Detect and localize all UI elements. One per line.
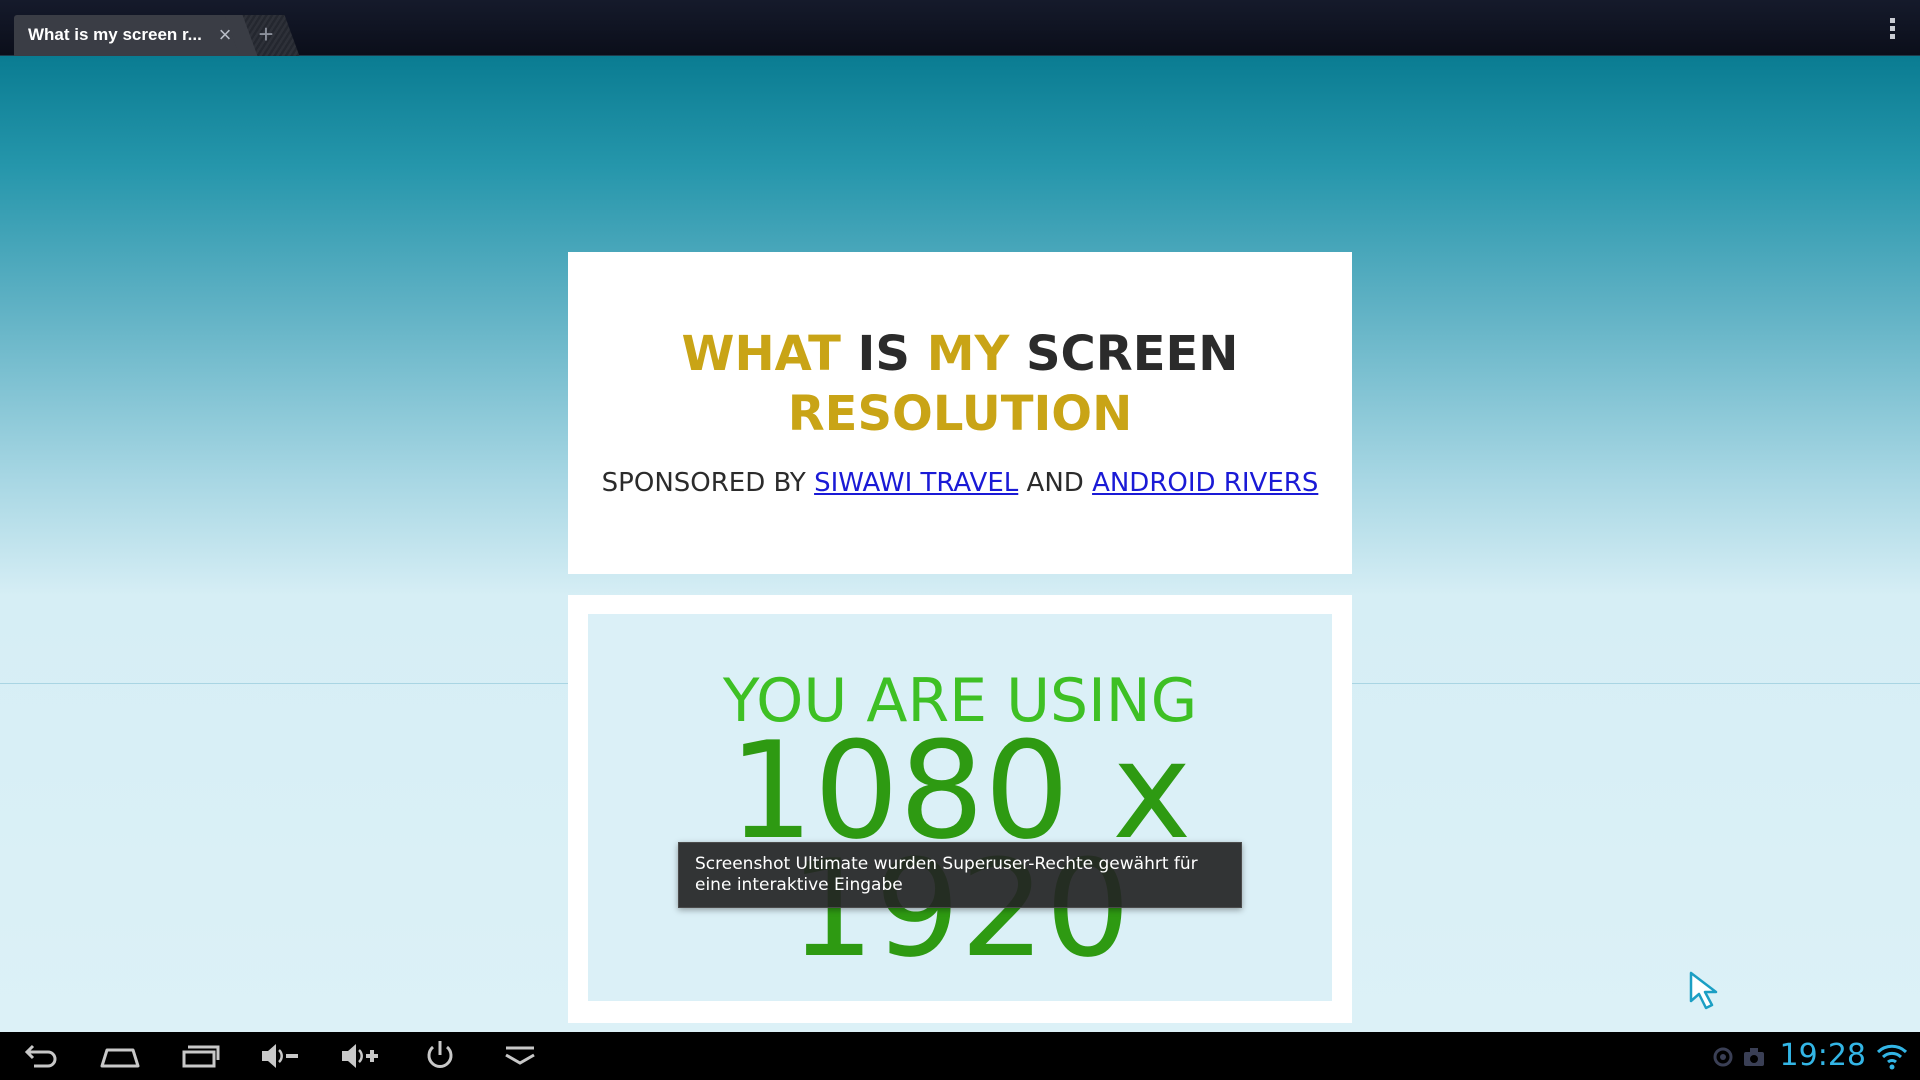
volume-down-button[interactable] — [250, 1038, 310, 1074]
sponsor-link-android-rivers[interactable]: ANDROID RIVERS — [1092, 468, 1318, 498]
notification-icon — [1713, 1047, 1733, 1067]
collapse-icon — [505, 1046, 535, 1065]
back-icon — [24, 1044, 57, 1068]
power-icon — [427, 1041, 453, 1068]
browser-tab-bar: What is my screen r... × + — [0, 0, 1920, 56]
title-word-what: WHAT — [681, 326, 841, 382]
mouse-cursor-icon — [1689, 971, 1718, 1010]
toast-notification: Screenshot Ultimate wurden Superuser-Rec… — [678, 842, 1242, 908]
result-card: YOU ARE USING 1080 x 1920 — [568, 595, 1352, 1023]
sponsor-line: SPONSORED BY SIWAWI TRAVEL AND ANDROID R… — [568, 468, 1352, 498]
clock: 19:28 — [1779, 1038, 1866, 1073]
browser-tab-active[interactable]: What is my screen r... × — [14, 15, 244, 56]
tab-close-icon[interactable]: × — [211, 21, 239, 49]
power-button[interactable] — [410, 1038, 470, 1074]
system-navigation-bar: 19:28 — [0, 1032, 1920, 1080]
sponsor-link-siwawi-travel[interactable]: SIWAWI TRAVEL — [814, 468, 1018, 498]
header-card: WHAT IS MY SCREEN RESOLUTION SPONSORED B… — [568, 252, 1352, 574]
android-screen: What is my screen r... × + WHAT IS MY SC… — [0, 0, 1920, 1080]
status-area[interactable]: 19:28 — [1700, 1032, 1920, 1080]
result-panel: YOU ARE USING 1080 x 1920 — [588, 614, 1332, 1001]
title-word-resolution: RESOLUTION — [787, 386, 1133, 442]
volume-up-button[interactable] — [330, 1038, 390, 1074]
volume-up-icon — [342, 1044, 378, 1068]
screenshot-icon — [1744, 1048, 1764, 1066]
home-button[interactable] — [90, 1038, 150, 1074]
recent-apps-button[interactable] — [170, 1038, 230, 1074]
recent-apps-icon — [182, 1045, 220, 1068]
volume-down-icon — [262, 1044, 298, 1068]
sponsor-and: AND — [1026, 468, 1084, 498]
title-word-my: MY — [926, 326, 1010, 382]
title-word-screen: SCREEN — [1025, 326, 1239, 382]
back-button[interactable] — [10, 1038, 70, 1074]
wifi-icon — [1876, 1044, 1908, 1070]
page-title: WHAT IS MY SCREEN RESOLUTION — [568, 324, 1352, 444]
tab-title: What is my screen r... — [28, 25, 202, 44]
overflow-menu-icon[interactable] — [1888, 18, 1896, 40]
sponsor-prefix: SPONSORED BY — [601, 468, 806, 498]
new-tab-icon[interactable]: + — [252, 15, 280, 56]
collapse-button[interactable] — [490, 1038, 550, 1074]
home-icon — [100, 1048, 140, 1068]
title-word-is: IS — [857, 326, 910, 382]
